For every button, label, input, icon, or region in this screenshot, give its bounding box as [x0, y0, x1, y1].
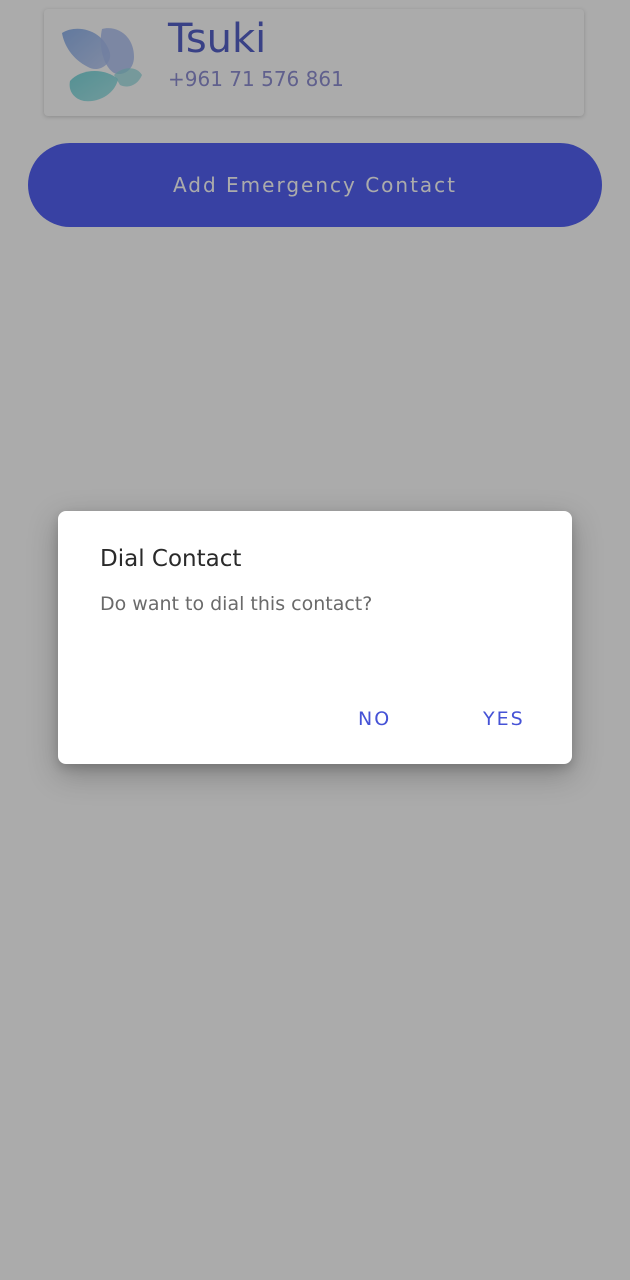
no-button[interactable]: NO [358, 701, 391, 737]
dialog-message: Do want to dial this contact? [100, 593, 373, 615]
yes-button[interactable]: YES [483, 701, 525, 737]
dial-contact-dialog: Dial Contact Do want to dial this contac… [58, 511, 572, 764]
dialog-title: Dial Contact [100, 546, 242, 572]
